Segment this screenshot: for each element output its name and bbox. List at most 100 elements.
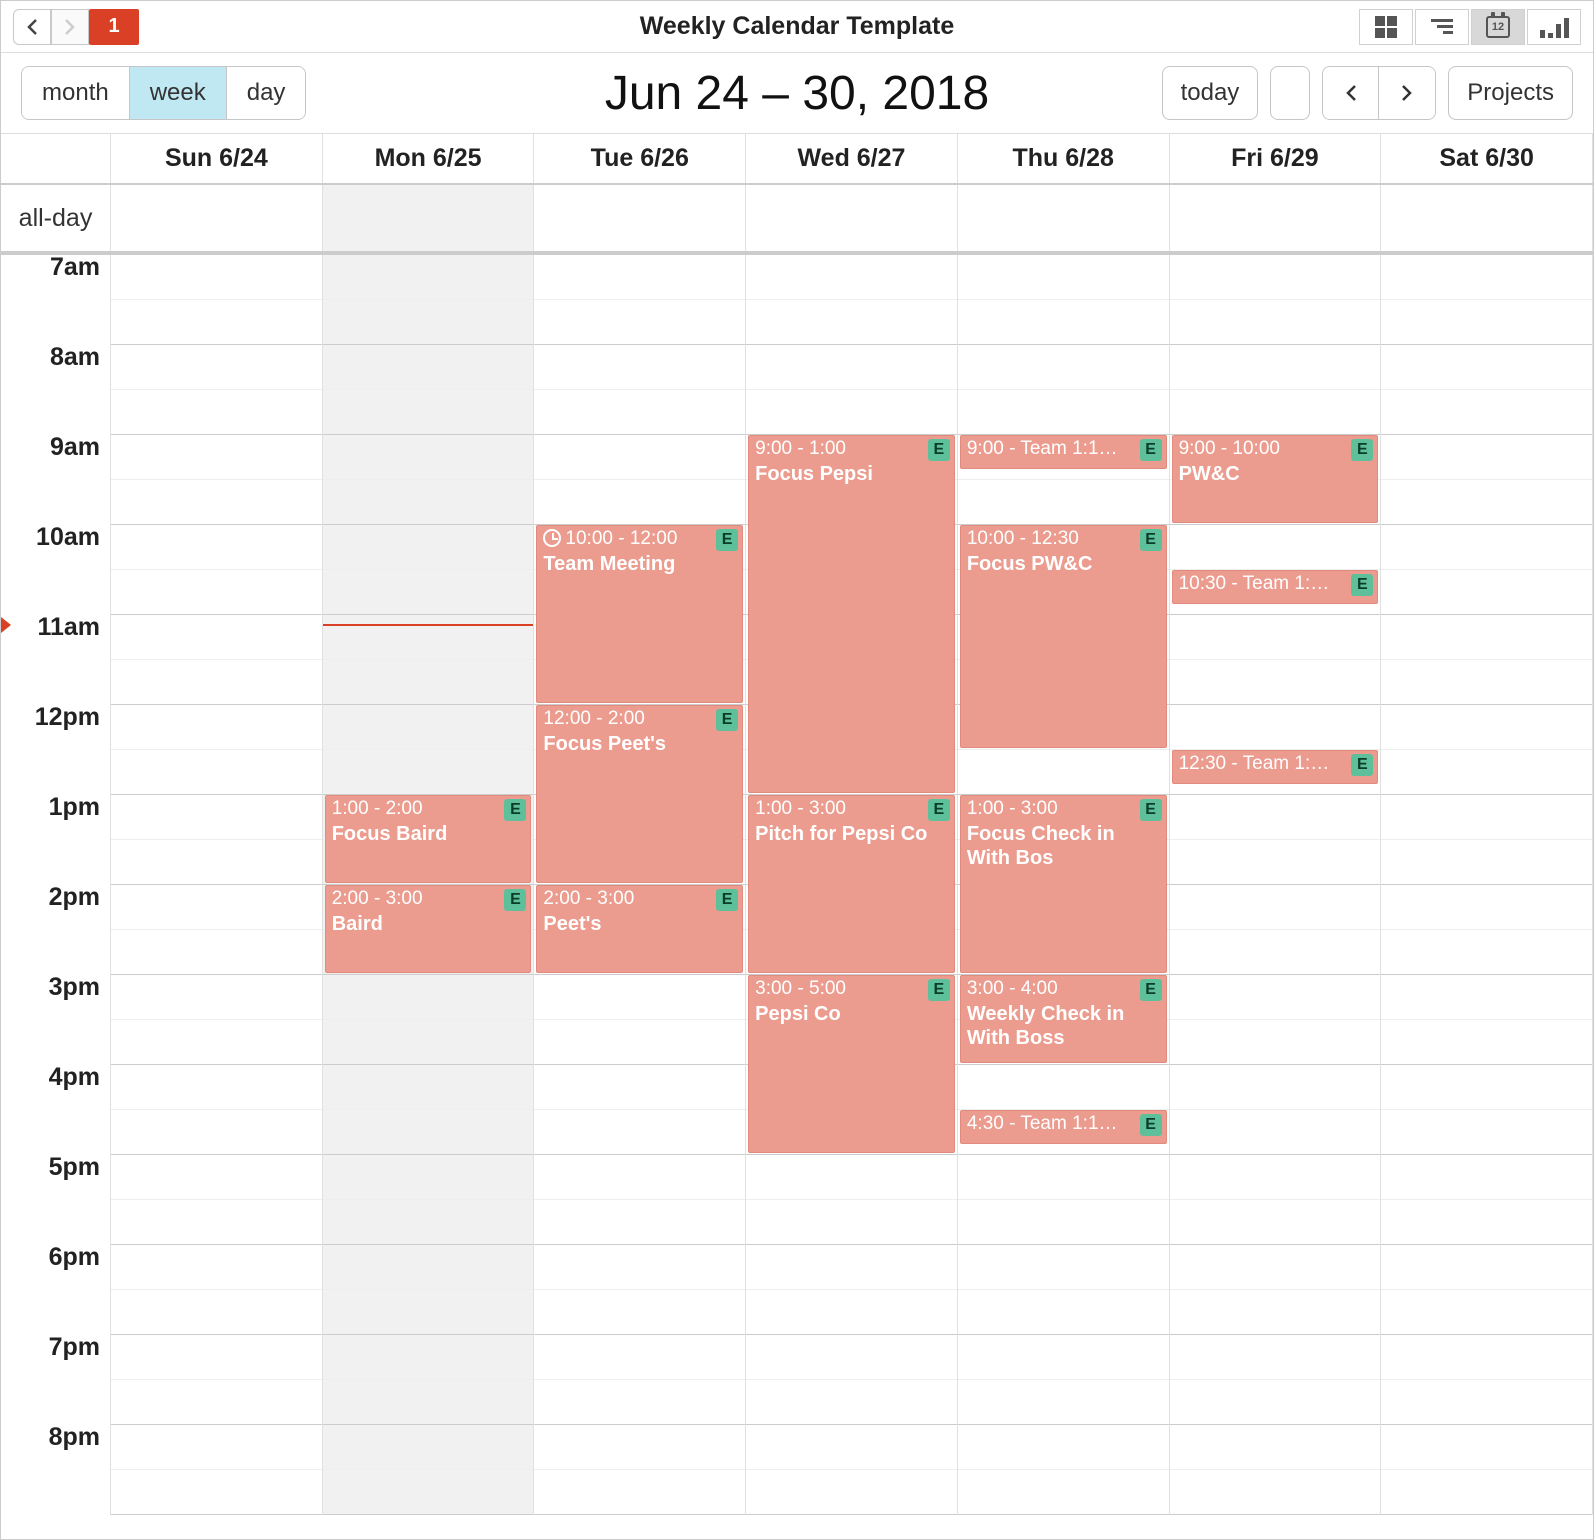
event-time: 10:00 - 12:00: [543, 528, 736, 550]
event-time: 12:30 - Team 1:…: [1179, 753, 1372, 775]
hour-label: 11am: [1, 615, 111, 705]
event-title: Pitch for Pepsi Co: [755, 822, 948, 846]
calendar-view-button[interactable]: 12: [1471, 9, 1525, 45]
grid-view-button[interactable]: [1359, 9, 1413, 45]
calendar-event[interactable]: 2:00 - 3:00BairdE: [325, 885, 532, 973]
col-wed[interactable]: 9:00 - 1:00Focus PepsiE1:00 - 3:00Pitch …: [746, 255, 958, 1515]
event-type-badge: E: [1140, 799, 1162, 821]
event-type-badge: E: [716, 889, 738, 911]
calendar-event[interactable]: 12:30 - Team 1:…E: [1172, 750, 1379, 784]
event-time: 9:00 - 1:00: [755, 438, 948, 460]
week-nav-group: [1322, 66, 1436, 120]
chevron-right-icon: [1400, 83, 1414, 103]
event-type-badge: E: [928, 439, 950, 461]
col-tue[interactable]: 10:00 - 12:00Team MeetingE12:00 - 2:00Fo…: [534, 255, 746, 1515]
calendar-event[interactable]: 10:00 - 12:30Focus PW&CE: [960, 525, 1167, 748]
calendar-event[interactable]: 3:00 - 5:00Pepsi CoE: [748, 975, 955, 1153]
day-button[interactable]: day: [227, 67, 306, 119]
event-time: 9:00 - Team 1:1…: [967, 438, 1160, 460]
event-title: Baird: [332, 912, 525, 936]
all-day-label: all-day: [1, 185, 111, 251]
event-title: Focus Check in With Bos: [967, 822, 1160, 870]
event-time: 1:00 - 3:00: [967, 798, 1160, 820]
day-header-row: Sun 6/24Mon 6/25Tue 6/26Wed 6/27Thu 6/28…: [1, 133, 1593, 185]
allday-mon[interactable]: [323, 185, 535, 251]
event-type-badge: E: [1140, 529, 1162, 551]
forward-button: [51, 9, 89, 45]
hour-label: 6pm: [1, 1245, 111, 1335]
calendar-event[interactable]: 10:00 - 12:00Team MeetingE: [536, 525, 743, 703]
hour-label: 9am: [1, 435, 111, 525]
now-indicator-marker: [1, 617, 11, 633]
day-header: Sat 6/30: [1381, 134, 1593, 183]
top-toolbar: 1 Weekly Calendar Template 12: [1, 1, 1593, 53]
today-button[interactable]: today: [1162, 66, 1259, 120]
event-time: 10:00 - 12:30: [967, 528, 1160, 550]
week-button[interactable]: week: [130, 67, 227, 119]
now-indicator-line: [323, 624, 534, 626]
list-icon: [1431, 19, 1453, 34]
hour-label: 5pm: [1, 1155, 111, 1245]
calendar-event[interactable]: 1:00 - 2:00Focus BairdE: [325, 795, 532, 883]
event-type-badge: E: [1140, 1114, 1162, 1136]
calendar-event[interactable]: 2:00 - 3:00Peet'sE: [536, 885, 743, 973]
calendar-event[interactable]: 1:00 - 3:00Focus Check in With BosE: [960, 795, 1167, 973]
hour-label: 10am: [1, 525, 111, 615]
event-type-badge: E: [1140, 439, 1162, 461]
calendar-event[interactable]: 9:00 - 10:00PW&CE: [1172, 435, 1379, 523]
view-mode-group: 12: [1359, 9, 1581, 45]
allday-sat[interactable]: [1381, 185, 1593, 251]
event-type-badge: E: [716, 529, 738, 551]
calendar-event[interactable]: 3:00 - 4:00Weekly Check in With BossE: [960, 975, 1167, 1063]
hour-label: 7pm: [1, 1335, 111, 1425]
notifications-badge[interactable]: 1: [89, 9, 139, 45]
next-week-button[interactable]: [1379, 67, 1435, 119]
calendar-event[interactable]: 12:00 - 2:00Focus Peet'sE: [536, 705, 743, 883]
allday-tue[interactable]: [534, 185, 746, 251]
event-title: PW&C: [1179, 462, 1372, 486]
col-thu[interactable]: 9:00 - Team 1:1…E10:00 - 12:30Focus PW&C…: [958, 255, 1170, 1515]
calendar-event[interactable]: 4:30 - Team 1:1…E: [960, 1110, 1167, 1144]
grid-icon: [1375, 16, 1397, 38]
calendar-event[interactable]: 10:30 - Team 1:…E: [1172, 570, 1379, 604]
event-type-badge: E: [1351, 754, 1373, 776]
col-mon[interactable]: 1:00 - 2:00Focus BairdE2:00 - 3:00BairdE: [323, 255, 535, 1515]
back-button[interactable]: [13, 9, 51, 45]
event-type-badge: E: [928, 799, 950, 821]
allday-wed[interactable]: [746, 185, 958, 251]
col-sun[interactable]: [111, 255, 323, 1515]
event-type-badge: E: [1351, 574, 1373, 596]
event-time: 3:00 - 4:00: [967, 978, 1160, 1000]
event-type-badge: E: [928, 979, 950, 1001]
col-fri[interactable]: 9:00 - 10:00PW&CE10:30 - Team 1:…E12:30 …: [1170, 255, 1382, 1515]
calendar-event[interactable]: 1:00 - 3:00Pitch for Pepsi CoE: [748, 795, 955, 973]
clock-icon: [543, 529, 561, 547]
allday-sun[interactable]: [111, 185, 323, 251]
col-sat[interactable]: [1381, 255, 1593, 1515]
day-header-blank: [1, 134, 111, 183]
empty-square-button[interactable]: [1270, 66, 1310, 120]
calendar-event[interactable]: 9:00 - 1:00Focus PepsiE: [748, 435, 955, 793]
day-header: Wed 6/27: [746, 134, 958, 183]
hour-label: 8pm: [1, 1425, 111, 1515]
time-grid: 7am8am9am10am11am12pm1pm2pm3pm4pm5pm6pm7…: [1, 255, 1593, 1515]
month-button[interactable]: month: [22, 67, 130, 119]
event-time: 2:00 - 3:00: [543, 888, 736, 910]
event-time: 3:00 - 5:00: [755, 978, 948, 1000]
event-title: Peet's: [543, 912, 736, 936]
hour-label: 8am: [1, 345, 111, 435]
calendar-event[interactable]: 9:00 - Team 1:1…E: [960, 435, 1167, 469]
event-type-badge: E: [1351, 439, 1373, 461]
time-labels-column: 7am8am9am10am11am12pm1pm2pm3pm4pm5pm6pm7…: [1, 255, 111, 1515]
allday-thu[interactable]: [958, 185, 1170, 251]
all-day-row: all-day: [1, 185, 1593, 255]
event-title: Pepsi Co: [755, 1002, 948, 1026]
projects-button[interactable]: Projects: [1448, 66, 1573, 120]
list-view-button[interactable]: [1415, 9, 1469, 45]
prev-week-button[interactable]: [1323, 67, 1379, 119]
allday-fri[interactable]: [1170, 185, 1382, 251]
event-time: 1:00 - 3:00: [755, 798, 948, 820]
event-title: Team Meeting: [543, 552, 736, 576]
event-time: 10:30 - Team 1:…: [1179, 573, 1372, 595]
chart-view-button[interactable]: [1527, 9, 1581, 45]
